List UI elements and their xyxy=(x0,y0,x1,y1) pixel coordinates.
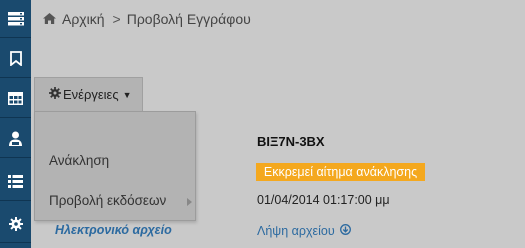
caret-down-icon: ▼ xyxy=(122,89,132,100)
bookmark-icon xyxy=(9,51,22,66)
sidebar-item-bookmarks[interactable] xyxy=(0,40,31,78)
menu-item-versions[interactable]: Προβολή εκδόσεων xyxy=(49,193,166,208)
list-icon xyxy=(8,175,23,188)
sidebar-item-tables[interactable] xyxy=(0,80,31,118)
user-tie-icon xyxy=(8,131,23,146)
download-icon xyxy=(339,224,351,238)
document-code: ΒΙΞ7Ν-3ΒΧ xyxy=(257,134,325,149)
sidebar-item-menu[interactable] xyxy=(0,0,31,38)
electronic-file-label: Ηλεκτρονικό αρχείο xyxy=(55,223,172,237)
status-badge: Εκκρεμεί αίτημα ανάκλησης xyxy=(256,163,425,181)
home-icon[interactable] xyxy=(43,11,56,27)
download-label: Λήψη αρχείου xyxy=(257,224,335,238)
table-icon xyxy=(8,92,23,105)
document-date: 01/04/2014 01:17:00 μμ xyxy=(257,193,390,207)
actions-dropdown-button[interactable]: Ενέργειες ▼ xyxy=(34,77,143,111)
sidebar-item-list[interactable] xyxy=(0,163,31,201)
download-file-link[interactable]: Λήψη αρχείου xyxy=(257,224,351,238)
sidebar xyxy=(0,0,31,248)
sidebar-item-settings[interactable] xyxy=(0,205,31,243)
breadcrumb-separator: > xyxy=(112,11,121,27)
server-stack-icon xyxy=(7,11,24,26)
breadcrumb: Αρχική > Προβολή Εγγράφου xyxy=(43,11,251,27)
gear-icon xyxy=(49,87,61,102)
sidebar-item-users[interactable] xyxy=(0,120,31,158)
actions-menu: Ανάκληση Προβολή εκδόσεων xyxy=(34,111,196,221)
submenu-arrow-icon xyxy=(187,198,192,206)
breadcrumb-current: Προβολή Εγγράφου xyxy=(126,11,251,27)
actions-label: Ενέργειες xyxy=(63,87,119,102)
menu-item-revoke[interactable]: Ανάκληση xyxy=(49,153,109,168)
gear-icon xyxy=(8,216,23,231)
breadcrumb-home[interactable]: Αρχική xyxy=(62,11,105,27)
